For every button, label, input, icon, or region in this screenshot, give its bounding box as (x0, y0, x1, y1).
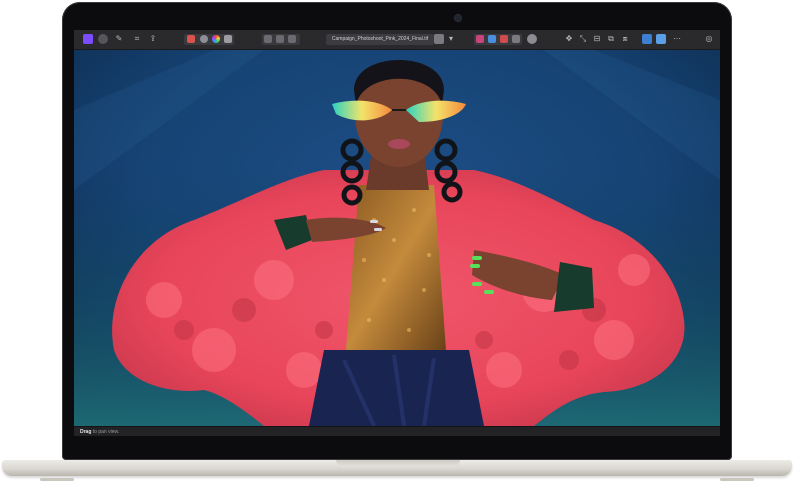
tool-group (184, 34, 234, 45)
camera-icon (455, 15, 461, 21)
persona-icon[interactable] (98, 34, 108, 44)
arrange-icon[interactable]: ⧉ (606, 34, 616, 44)
status-bar: Drag to pan view. (74, 426, 720, 436)
snapping-icon[interactable] (488, 35, 496, 43)
status-hint-bold: Drag (80, 429, 92, 435)
pixel-icon[interactable]: ⌗ (132, 34, 142, 44)
brush-icon[interactable]: ✎ (114, 34, 124, 44)
grid-icon[interactable] (224, 35, 232, 43)
contrast-icon[interactable] (200, 35, 208, 43)
filter-icon[interactable] (500, 35, 508, 43)
laptop-foot-right (720, 478, 754, 481)
layers-icon[interactable] (264, 35, 272, 43)
chevron-down-icon[interactable]: ▾ (446, 34, 456, 44)
document-title[interactable]: Campaign_Photoshoot_Pink_2024_Final.tif (326, 34, 434, 45)
app-window: ✎ ⌗ ⇪ Campaign_Photoshoot_Pink_2024_Fina… (74, 30, 720, 436)
split-view-icon[interactable] (276, 35, 284, 43)
photo-canvas[interactable] (74, 50, 720, 426)
mask-icon[interactable] (512, 35, 520, 43)
status-hint-rest: to pan view. (91, 429, 120, 435)
adjust-group (474, 34, 522, 45)
assistant-icon[interactable] (527, 34, 537, 44)
more-icon[interactable]: ⋯ (672, 34, 682, 44)
studio-icon[interactable] (656, 34, 666, 44)
frame-icon[interactable] (288, 35, 296, 43)
export-icon[interactable]: ⇪ (148, 34, 158, 44)
user-icon[interactable]: ◎ (704, 34, 714, 44)
share-icon[interactable] (642, 34, 652, 44)
transform-icon[interactable]: ⤡ (578, 34, 588, 44)
app-icon[interactable] (83, 34, 93, 44)
move-icon[interactable]: ✥ (564, 34, 574, 44)
distribute-icon[interactable]: ⧈ (620, 34, 630, 44)
laptop-base (2, 460, 792, 476)
lid-opening-notch (336, 460, 460, 467)
color-icon[interactable] (212, 35, 220, 43)
adjust-icon[interactable] (476, 35, 484, 43)
top-toolbar: ✎ ⌗ ⇪ Campaign_Photoshoot_Pink_2024_Fina… (74, 30, 720, 50)
align-icon[interactable]: ⊟ (592, 34, 602, 44)
view-group (262, 34, 300, 45)
selection-icon[interactable] (187, 35, 195, 43)
laptop-foot-left (40, 478, 74, 481)
status-hint: Drag to pan view. (80, 428, 119, 436)
crop-icon[interactable] (434, 34, 444, 44)
